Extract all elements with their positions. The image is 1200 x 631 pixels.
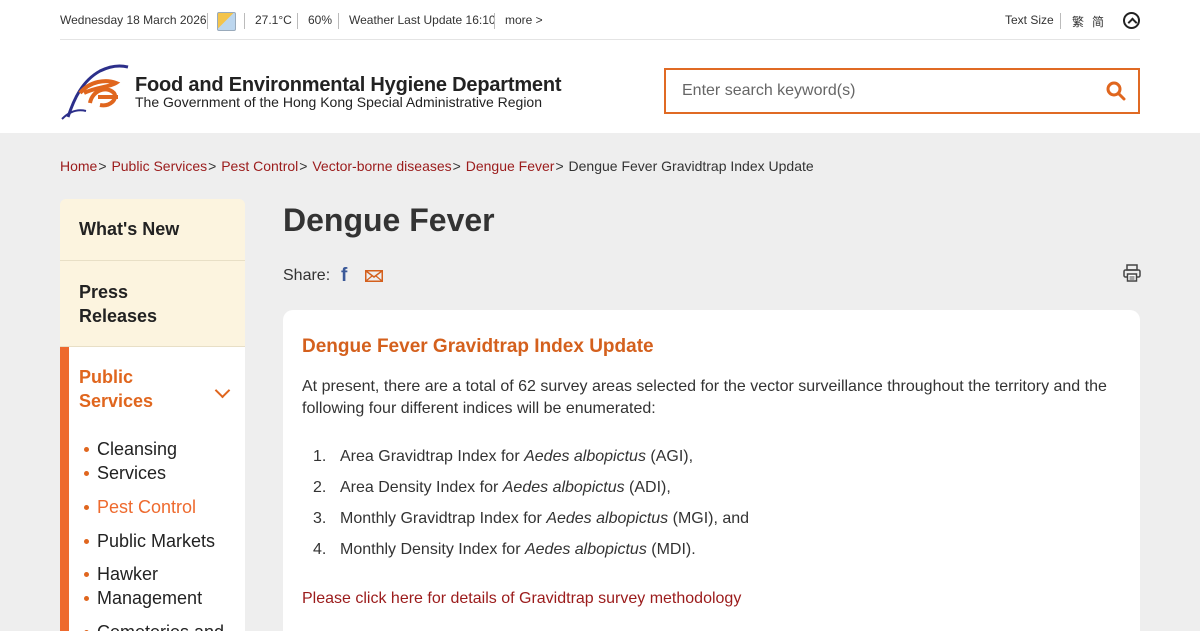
breadcrumb-dengue-fever[interactable]: Dengue Fever xyxy=(466,158,555,174)
breadcrumb-public-services[interactable]: Public Services xyxy=(111,158,207,174)
sidebar-item-label: Releases xyxy=(79,306,158,326)
sidebar-item-label: Press xyxy=(79,282,129,302)
temperature: 27.1°C xyxy=(255,13,292,27)
breadcrumb-current: Dengue Fever Gravidtrap Index Update xyxy=(568,158,814,174)
page-title: Dengue Fever xyxy=(283,202,495,238)
list-number: 1. xyxy=(313,448,327,465)
list-number: 2. xyxy=(313,479,327,496)
share-label: Share: xyxy=(283,267,331,284)
index-abbr: (AGI), xyxy=(645,448,694,465)
divider xyxy=(297,13,298,29)
sidebar-nav: What's New Press Releases Public Service… xyxy=(60,199,245,631)
weather-more-link[interactable]: more > xyxy=(505,13,543,27)
search-input[interactable] xyxy=(666,70,1096,112)
sidebar-item-public-services[interactable]: Public Services Cleansing Services Pest … xyxy=(60,347,245,631)
divider xyxy=(244,13,245,29)
fehd-logo-icon[interactable] xyxy=(60,59,130,121)
index-text: Monthly Density Index for xyxy=(340,541,525,558)
main-area: Home> Public Services> Pest Control> Vec… xyxy=(0,133,1200,631)
sidebar-subitem-cemeteries[interactable]: Cemeteries and xyxy=(83,620,224,631)
print-icon[interactable] xyxy=(1123,264,1141,282)
breadcrumb-separator: > xyxy=(452,158,461,174)
sidebar-subitem-cleansing-line2[interactable]: Services xyxy=(83,461,166,485)
sidebar-item-label: What's New xyxy=(79,219,180,239)
current-date: Wednesday 18 March 2026 xyxy=(60,13,207,27)
list-item: 3. Monthly Gravidtrap Index for Aedes alb… xyxy=(302,508,749,539)
sidebar-subitem-hawker-line2[interactable]: Management xyxy=(83,586,202,610)
intro-paragraph: At present, there are a total of 62 surv… xyxy=(302,378,1107,417)
sidebar-item-label: Public xyxy=(79,367,134,387)
facebook-icon[interactable]: f xyxy=(341,266,353,285)
chevron-down-icon[interactable] xyxy=(214,382,231,399)
species-name: Aedes albopictus xyxy=(524,541,647,558)
top-bar: Wednesday 18 March 2026 27.1°C 60% Weath… xyxy=(60,0,1140,40)
species-name: Aedes albopictus xyxy=(524,448,646,465)
text-size-label[interactable]: Text Size xyxy=(1005,13,1054,27)
lang-simplified[interactable]: 简 xyxy=(1092,13,1104,30)
species-name: Aedes albopictus xyxy=(546,510,669,527)
list-item: 1. Area Gravidtrap Index for Aedes albopi… xyxy=(302,446,749,477)
methodology-link[interactable]: Please click here for details of Gravidt… xyxy=(302,590,741,608)
sidebar-subitem-pest-control[interactable]: Pest Control xyxy=(83,495,196,519)
breadcrumb-vector-borne[interactable]: Vector-borne diseases xyxy=(312,158,451,174)
chevron-up-circle-icon[interactable] xyxy=(1123,12,1140,29)
sidebar-item-whats-new[interactable]: What's New xyxy=(60,199,245,261)
sidebar-item-press-releases[interactable]: Press Releases xyxy=(60,261,245,347)
sidebar-subitem-cleansing[interactable]: Cleansing xyxy=(83,437,177,461)
list-number: 4. xyxy=(313,541,327,558)
list-item: 2. Area Density Index for Aedes albopictu… xyxy=(302,477,749,508)
index-abbr: (MGI), and xyxy=(668,510,750,527)
index-abbr: (ADI), xyxy=(624,479,671,496)
index-text: Area Gravidtrap Index for xyxy=(340,448,525,465)
sidebar-item-label: Services xyxy=(79,391,154,411)
indices-list: 1. Area Gravidtrap Index for Aedes albopi… xyxy=(302,446,749,570)
department-subtitle: The Government of the Hong Kong Special … xyxy=(135,94,543,110)
search-box xyxy=(664,68,1140,114)
breadcrumb-home[interactable]: Home xyxy=(60,158,97,174)
divider xyxy=(207,13,208,29)
species-name: Aedes albopictus xyxy=(502,479,625,496)
content-card: Dengue Fever Gravidtrap Index Update At … xyxy=(283,310,1140,631)
breadcrumb-separator: > xyxy=(98,158,107,174)
sidebar-subitem-hawker[interactable]: Hawker xyxy=(83,562,158,586)
card-title: Dengue Fever Gravidtrap Index Update xyxy=(302,336,654,357)
breadcrumb-separator: > xyxy=(555,158,564,174)
weather-update: Weather Last Update 16:10 xyxy=(349,13,496,27)
breadcrumb: Home> Public Services> Pest Control> Vec… xyxy=(60,158,814,174)
divider xyxy=(1060,13,1061,29)
lang-traditional[interactable]: 繁 xyxy=(1072,13,1084,30)
index-text: Monthly Gravidtrap Index for xyxy=(340,510,547,527)
list-item: 4. Monthly Density Index for Aedes albopi… xyxy=(302,539,749,570)
list-number: 3. xyxy=(313,510,327,527)
index-text: Area Density Index for xyxy=(340,479,503,496)
breadcrumb-separator: > xyxy=(299,158,308,174)
breadcrumb-separator: > xyxy=(208,158,217,174)
sunny-periods-icon xyxy=(217,12,236,31)
divider xyxy=(494,13,495,29)
divider xyxy=(338,13,339,29)
sidebar-subitem-public-markets[interactable]: Public Markets xyxy=(83,529,215,553)
humidity: 60% xyxy=(308,13,333,27)
breadcrumb-pest-control[interactable]: Pest Control xyxy=(221,158,298,174)
mail-icon[interactable] xyxy=(365,270,383,282)
search-icon[interactable] xyxy=(1106,81,1126,101)
index-abbr: (MDI). xyxy=(646,541,696,558)
site-header: Food and Environmental Hygiene Departmen… xyxy=(0,41,1200,133)
